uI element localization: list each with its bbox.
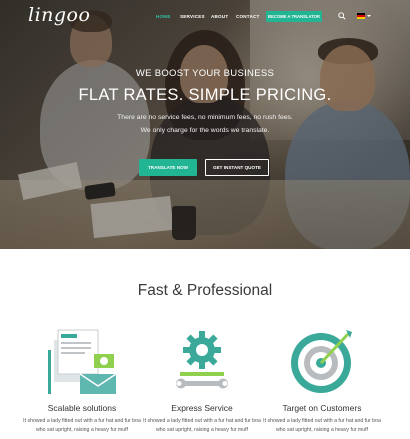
hero-subtitle-line-2: We only charge for the words we translat… <box>140 127 270 134</box>
hero-kicker: WE BOOST YOUR BUSINESS <box>135 68 275 79</box>
feature-description: It showed a lady fitted out with a fur h… <box>143 418 261 433</box>
nav-about[interactable]: ABOUT <box>211 14 228 19</box>
search-icon[interactable] <box>338 12 346 20</box>
become-translator-button[interactable]: BECOME A TRANSLATOR <box>266 11 322 22</box>
chevron-down-icon[interactable] <box>367 15 371 17</box>
nav-services[interactable]: SERVICES <box>180 14 205 19</box>
feature-title: Express Service <box>171 403 233 413</box>
feature-title: Scalable solutions <box>47 403 117 413</box>
hero-overlay <box>0 0 410 249</box>
hero-subtitle-line-1: There are no service fees, no minimum fe… <box>117 114 293 121</box>
feature-title: Target on Customers <box>282 403 362 413</box>
section-title: Fast & Professional <box>137 282 273 299</box>
gear-wrench-icon <box>176 331 228 389</box>
documents-icon <box>48 329 117 394</box>
nav-home[interactable]: HOME <box>156 14 171 19</box>
target-icon <box>291 330 352 393</box>
hero-banner <box>0 0 410 249</box>
logo[interactable]: lingoo <box>28 4 90 26</box>
translate-now-button[interactable]: TRANSLATE NOW <box>139 159 197 176</box>
feature-description: It showed a lady fitted out with a fur h… <box>23 418 141 433</box>
hero-title: FLAT RATES. SIMPLE PRICING. <box>78 86 332 104</box>
german-flag-icon[interactable] <box>357 13 365 19</box>
feature-description: It showed a lady fitted out with a fur h… <box>263 418 381 433</box>
nav-contact[interactable]: CONTACT <box>236 14 260 19</box>
get-instant-quote-button[interactable]: GET INSTANT QUOTE <box>205 159 269 176</box>
